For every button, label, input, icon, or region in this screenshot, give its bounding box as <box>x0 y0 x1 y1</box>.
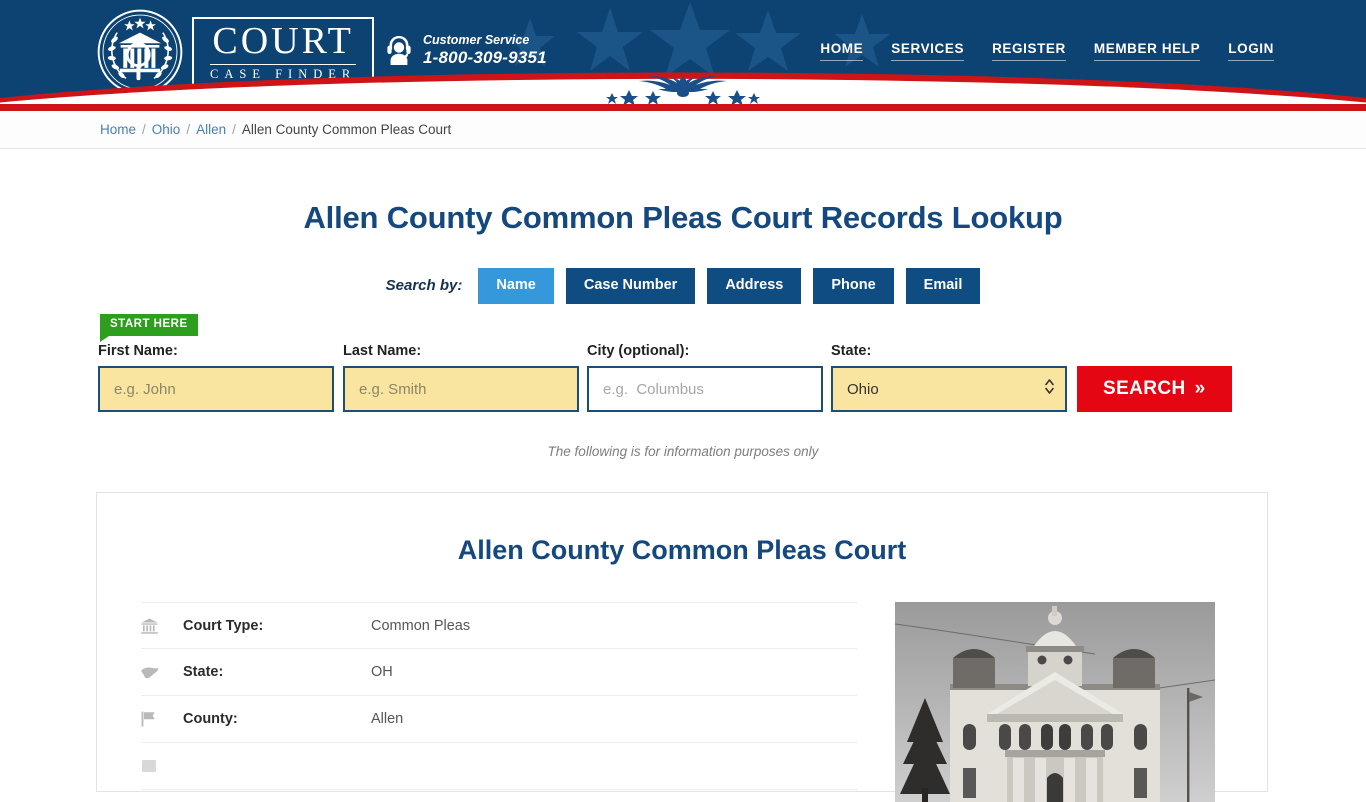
customer-service-label: Customer Service <box>423 33 530 47</box>
last-name-input[interactable] <box>343 366 579 412</box>
county-label: County: <box>183 711 238 727</box>
breadcrumb-item-allen[interactable]: Allen <box>196 122 226 137</box>
courthouse-icon <box>141 618 183 634</box>
first-name-label: First Name: <box>98 343 178 359</box>
search-by-label: Search by: <box>385 277 463 295</box>
nav-item-services[interactable]: SERVICES <box>891 41 965 61</box>
breadcrumb-separator: / <box>232 122 236 137</box>
courthouse-photo <box>895 602 1215 802</box>
tab-name[interactable]: Name <box>478 268 554 304</box>
breadcrumb: Home / Ohio / Allen / Allen County Commo… <box>100 122 451 137</box>
double-chevron-right-icon: » <box>1194 378 1206 399</box>
city-label: City (optional): <box>587 343 690 359</box>
nav-item-home[interactable]: HOME <box>820 41 864 61</box>
table-row: State: OH <box>141 649 857 696</box>
start-here-badge: START HERE <box>100 314 198 341</box>
city-field-group: City (optional): <box>587 343 831 412</box>
search-form: First Name: Last Name: City (optional): … <box>98 343 1232 412</box>
court-name-heading: Allen County Common Pleas Court <box>457 535 907 565</box>
first-name-input[interactable] <box>98 366 334 412</box>
tab-address[interactable]: Address <box>707 268 802 304</box>
search-button-label: SEARCH <box>1103 378 1186 399</box>
table-row-partial <box>141 743 857 790</box>
court-type-label: Court Type: <box>183 617 264 634</box>
eagle-stars-emblem <box>606 76 760 104</box>
state-label: State: <box>831 343 872 359</box>
court-details-table: Court Type: Common Pleas State: OH Count… <box>141 602 857 802</box>
search-button[interactable]: SEARCH » <box>1077 366 1232 412</box>
court-info-card: Allen County Common Pleas Court Court Ty… <box>96 492 1268 802</box>
partial-row-icon <box>141 758 183 774</box>
disclaimer-text: The following is for information purpose… <box>547 444 819 459</box>
tab-phone[interactable]: Phone <box>813 268 894 304</box>
table-row: County: Allen <box>141 696 857 743</box>
breadcrumb-separator: / <box>142 122 146 137</box>
last-name-field-group: Last Name: <box>343 343 587 412</box>
county-value: Allen <box>371 711 404 727</box>
search-by-tabs: Search by: Name Case Number Address Phon… <box>0 268 1366 304</box>
breadcrumb-item-home[interactable]: Home <box>100 122 136 137</box>
nav-item-register[interactable]: REGISTER <box>992 41 1066 61</box>
first-name-field-group: First Name: <box>98 343 334 412</box>
tab-email[interactable]: Email <box>905 268 981 304</box>
court-type-value: Common Pleas <box>371 617 471 634</box>
main-navigation: HOME SERVICES REGISTER MEMBER HELP LOGIN <box>820 41 1274 61</box>
state-label: State: <box>183 664 224 680</box>
site-header: COURT CASE FINDER Customer Service 1-800… <box>0 0 1366 104</box>
nav-item-member-help[interactable]: MEMBER HELP <box>1093 41 1201 61</box>
last-name-label: Last Name: <box>343 343 422 359</box>
page-title: Allen County Common Pleas Court Records … <box>303 200 1063 235</box>
city-input[interactable] <box>587 366 823 412</box>
map-icon <box>141 666 183 679</box>
breadcrumb-item-current: Allen County Common Pleas Court <box>241 122 452 137</box>
breadcrumb-item-ohio[interactable]: Ohio <box>152 122 181 137</box>
state-select[interactable]: Ohio <box>831 366 1067 412</box>
breadcrumb-separator: / <box>186 122 191 137</box>
nav-item-login[interactable]: LOGIN <box>1228 41 1274 61</box>
tab-case-number[interactable]: Case Number <box>565 268 696 304</box>
logo-title: COURT <box>212 20 354 63</box>
flag-icon <box>141 711 183 727</box>
table-row: Court Type: Common Pleas <box>141 602 857 649</box>
state-value: OH <box>371 664 393 680</box>
breadcrumb-bar: Home / Ohio / Allen / Allen County Commo… <box>0 111 1366 149</box>
header-red-rule <box>0 104 1366 111</box>
state-field-group: State: Ohio <box>831 343 1077 412</box>
